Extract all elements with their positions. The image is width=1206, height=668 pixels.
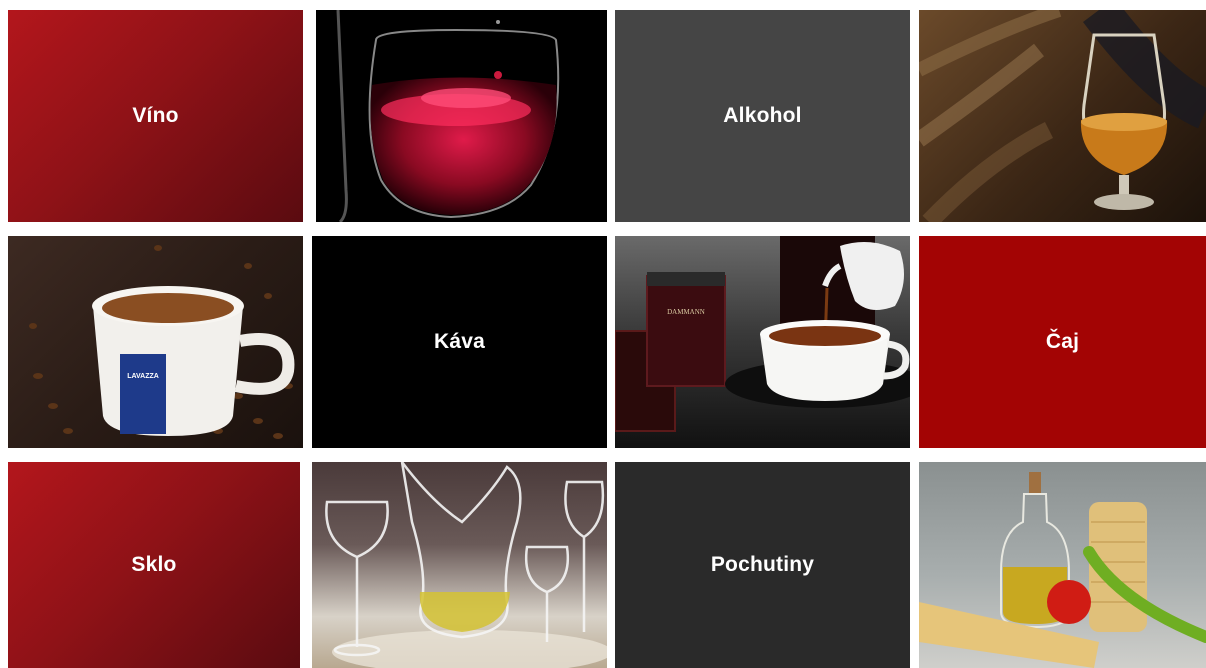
- category-grid: Víno Alkohol LAVAZZA Káva DAMMANN Čaj Sk…: [0, 0, 1206, 668]
- tea-tin-brand: DAMMANN: [667, 308, 705, 316]
- category-label-glass: Sklo: [131, 553, 177, 576]
- category-label-tea: Čaj: [1045, 330, 1080, 353]
- category-tile-glass[interactable]: Sklo: [8, 462, 300, 668]
- glassware-image[interactable]: [312, 462, 607, 668]
- pasta-image[interactable]: [919, 462, 1206, 668]
- pasta-oil-icon: [919, 472, 1206, 668]
- category-tile-spices[interactable]: Pochutiny: [615, 462, 910, 668]
- category-label-spices: Pochutiny: [710, 553, 815, 576]
- category-tile-coffee[interactable]: Káva: [312, 236, 607, 448]
- whisky-image[interactable]: [919, 10, 1206, 222]
- category-tile-alcohol[interactable]: Alkohol: [615, 10, 910, 222]
- coffee-image[interactable]: LAVAZZA: [8, 236, 303, 448]
- category-label-alcohol: Alkohol: [723, 104, 802, 127]
- category-tile-tea[interactable]: Čaj: [919, 236, 1206, 448]
- tea-image[interactable]: DAMMANN: [615, 236, 910, 448]
- cup-brand-text: LAVAZZA: [127, 373, 159, 380]
- wine-glass-rose-icon: [336, 10, 560, 222]
- category-tile-wine[interactable]: Víno: [8, 10, 303, 222]
- wine-image[interactable]: [316, 10, 607, 222]
- coffee-cup-icon: LAVAZZA: [29, 245, 295, 439]
- whisky-glass-icon: [919, 10, 1206, 222]
- glassware-decanter-icon: [325, 462, 607, 668]
- category-label-coffee: Káva: [433, 330, 485, 353]
- category-label-wine: Víno: [132, 104, 179, 127]
- tea-cup-icon: DAMMANN: [615, 236, 910, 432]
